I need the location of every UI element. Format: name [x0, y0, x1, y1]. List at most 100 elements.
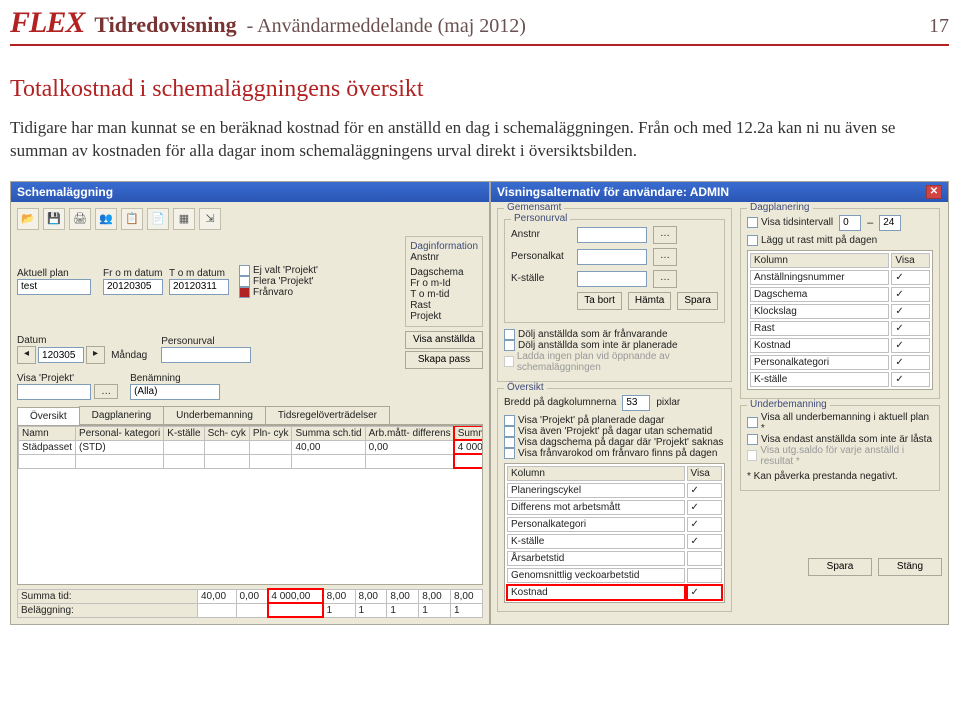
kolumn-hdr: Kolumn	[507, 466, 685, 481]
hamta-button[interactable]: Hämta	[628, 292, 671, 310]
ejvalt-check[interactable]: Ej valt 'Projekt'	[239, 265, 318, 276]
datum-label: Datum	[17, 335, 147, 346]
tool-export-icon[interactable]: ⇲	[199, 208, 221, 230]
cell: 40,00	[292, 440, 365, 454]
visa-projekt-field[interactable]	[17, 384, 91, 400]
dcol-row[interactable]: Kostnad✓	[750, 338, 930, 353]
bredd-label: Bredd på dagkolumnerna	[504, 397, 616, 408]
visa-anstallda-button[interactable]: Visa anställda	[405, 331, 483, 349]
kstalle-field[interactable]	[577, 271, 647, 287]
schema-titlebar: Schemaläggning	[11, 182, 489, 202]
tab-oversikt[interactable]: Översikt	[17, 407, 80, 425]
daginfo-fromtid: Fr o m-Id	[410, 278, 478, 289]
grid-row-times: 8.00-16.00 8.00-16.00 8.00-16.00 8.00-16…	[19, 454, 484, 468]
spara-urval-button[interactable]: Spara	[677, 292, 718, 310]
personalkat-picker[interactable]: …	[653, 248, 677, 266]
belcell: 1	[419, 603, 451, 617]
lagg-ut-rast-check[interactable]: Lägg ut rast mitt på dagen	[747, 235, 933, 246]
tool-users-icon[interactable]: 👥	[95, 208, 117, 230]
kstalle-picker[interactable]: …	[653, 270, 677, 288]
bredd-field[interactable]	[622, 395, 650, 411]
sumcell: 8,00	[355, 589, 387, 603]
tab-underbemanning[interactable]: Underbemanning	[163, 406, 266, 424]
dcol-row[interactable]: Dagschema✓	[750, 287, 930, 302]
dcol-row[interactable]: K-ställe✓	[750, 372, 930, 387]
datum-next-button[interactable]: ▸	[86, 346, 105, 364]
ub2-check[interactable]: Visa endast anställda som inte är låsta	[747, 434, 933, 445]
benamning-field[interactable]	[130, 384, 220, 400]
bredd-unit: pixlar	[656, 397, 680, 408]
from-field[interactable]	[103, 279, 163, 295]
ocol-row[interactable]: Personalkategori✓	[507, 517, 722, 532]
dcol-row[interactable]: Klockslag✓	[750, 304, 930, 319]
tab-tidsregel[interactable]: Tidsregelöverträdelser	[265, 406, 390, 424]
personurval-field[interactable]	[161, 347, 251, 363]
ta-bort-button[interactable]: Ta bort	[577, 292, 622, 310]
col-schcyk[interactable]: Sch- cyk	[204, 426, 249, 440]
gemensamt-legend: Gemensamt	[504, 202, 564, 213]
ocol-row[interactable]: Genomsnittlig veckoarbetstid	[507, 568, 722, 583]
schema-tabs: Översikt Dagplanering Underbemanning Tid…	[17, 406, 483, 425]
grid-row[interactable]: Städpasset (STD) 40,00 0,00 4 000,00 A1 …	[19, 440, 484, 454]
ocol-row-kostnad[interactable]: Kostnad✓	[507, 585, 722, 600]
ocol-row[interactable]: K-ställe✓	[507, 534, 722, 549]
ocol-row[interactable]: Årsarbetstid	[507, 551, 722, 566]
visa2-check[interactable]: Visa även 'Projekt' på dagar utan schema…	[504, 426, 725, 437]
stang-button[interactable]: Stäng	[878, 558, 942, 576]
franvaro-check[interactable]: Frånvaro	[239, 287, 318, 298]
flex-logo: FLEX	[10, 6, 84, 40]
daginfo-rast: Rast	[410, 300, 478, 311]
col-plncyk[interactable]: Pln- cyk	[249, 426, 292, 440]
sumcell: 8,00	[419, 589, 451, 603]
belcell: 1	[451, 603, 483, 617]
dag-col-grid: KolumnVisa Anställningsnummer✓ Dagschema…	[747, 250, 933, 390]
col-arbmatt[interactable]: Arb.mått- differens	[365, 426, 454, 440]
sumcell: 8,00	[323, 589, 355, 603]
dcol-row[interactable]: Anställningsnummer✓	[750, 270, 930, 285]
personalkat-field[interactable]	[577, 249, 647, 265]
dolj2-check[interactable]: Dölj anställda som inte är planerade	[504, 340, 725, 351]
schema-toolbar: 📂 💾 🖨 👥 📋 📄 ▦ ⇲	[17, 208, 483, 230]
datum-field[interactable]	[38, 347, 84, 363]
close-icon[interactable]: ✕	[926, 185, 942, 199]
tool-more-icon[interactable]: ▦	[173, 208, 195, 230]
dagplanering-legend: Dagplanering	[747, 202, 813, 213]
tid-to-field[interactable]	[879, 215, 901, 231]
skapa-pass-button[interactable]: Skapa pass	[405, 351, 483, 369]
visa4-check[interactable]: Visa frånvarokod om frånvaro finns på da…	[504, 448, 725, 459]
visa-projekt-picker[interactable]: …	[94, 384, 118, 399]
kstalle-label: K-ställe	[511, 273, 571, 284]
col-kstalle[interactable]: K-ställe	[164, 426, 204, 440]
col-namn[interactable]: Namn	[19, 426, 76, 440]
tool-open-icon[interactable]: 📂	[17, 208, 39, 230]
col-personalkat[interactable]: Personal- kategori	[76, 426, 164, 440]
tom-field[interactable]	[169, 279, 229, 295]
daginfo-projekt: Projekt	[410, 311, 478, 322]
sumcell: 8,00	[451, 589, 483, 603]
dolj1-check[interactable]: Dölj anställda som är frånvarande	[504, 329, 725, 340]
flera-check[interactable]: Flera 'Projekt'	[239, 276, 318, 287]
visa1-check[interactable]: Visa 'Projekt' på planerade dagar	[504, 415, 725, 426]
anstnr-picker[interactable]: …	[653, 226, 677, 244]
anstnr-field[interactable]	[577, 227, 647, 243]
ocol-row[interactable]: Planeringscykel✓	[507, 483, 722, 498]
spara-button[interactable]: Spara	[808, 558, 872, 576]
cell: Städpasset	[19, 440, 76, 454]
tidsintervall-check[interactable]: Visa tidsintervall	[747, 217, 833, 228]
aktuell-plan-field[interactable]	[17, 279, 91, 295]
anstnr-lbl: Anstnr	[410, 252, 439, 263]
datum-prev-button[interactable]: ◂	[17, 346, 36, 364]
col-summakostnad[interactable]: Summa- kostnad	[454, 426, 483, 440]
visa3-check[interactable]: Visa dagschema på dagar där 'Projekt' sa…	[504, 437, 725, 448]
tool-print-icon[interactable]: 🖨	[69, 208, 91, 230]
ub1-check[interactable]: Visa all underbemanning i aktuell plan *	[747, 412, 933, 434]
tool-list-icon[interactable]: 📄	[147, 208, 169, 230]
ocol-row[interactable]: Differens mot arbetsmått✓	[507, 500, 722, 515]
col-summaschtid[interactable]: Summa sch.tid	[292, 426, 365, 440]
tool-copy-icon[interactable]: 📋	[121, 208, 143, 230]
tool-save-icon[interactable]: 💾	[43, 208, 65, 230]
dcol-row[interactable]: Personalkategori✓	[750, 355, 930, 370]
dcol-row[interactable]: Rast✓	[750, 321, 930, 336]
tid-from-field[interactable]	[839, 215, 861, 231]
tab-dagplanering[interactable]: Dagplanering	[79, 406, 165, 424]
